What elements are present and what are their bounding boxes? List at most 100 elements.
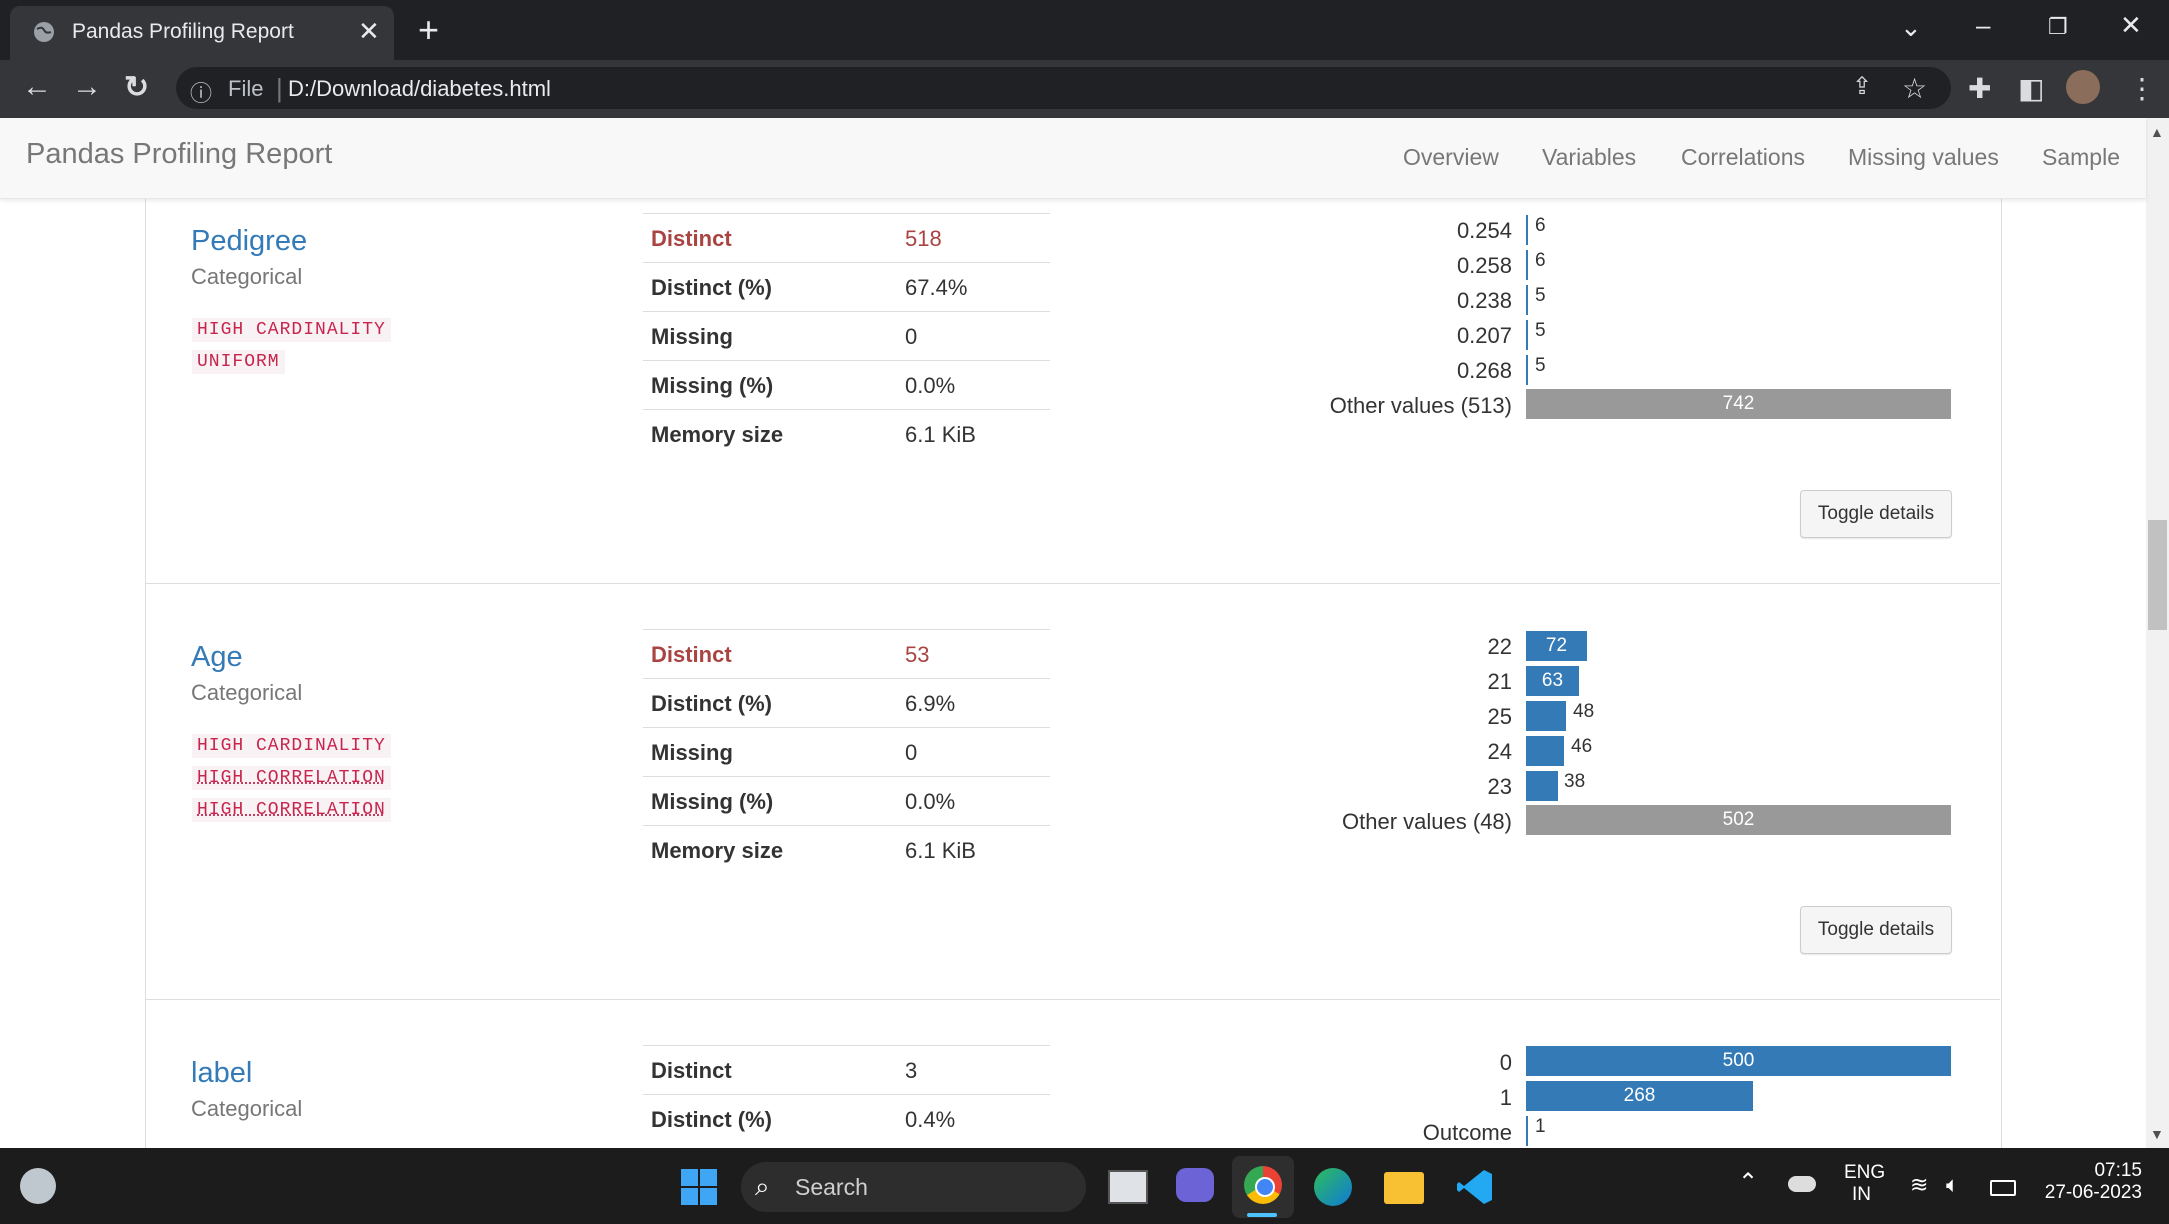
warning-badge[interactable]: HIGH CORRELATION	[192, 766, 391, 790]
freq-label: 22	[1487, 634, 1512, 659]
variable-name[interactable]: Age	[191, 641, 243, 674]
freq-count: 1	[1535, 1116, 1546, 1137]
restore-icon[interactable]: ❐	[2048, 14, 2068, 40]
stat-value: 6.9%	[905, 691, 956, 716]
show-hidden-icons-icon[interactable]: ⌃	[1738, 1168, 1758, 1197]
variable-name[interactable]: Pedigree	[191, 225, 307, 258]
edge-icon[interactable]	[1314, 1168, 1352, 1206]
tab-close-icon[interactable]: ✕	[358, 16, 380, 47]
task-view-icon[interactable]	[1108, 1170, 1148, 1204]
scrollbar-thumb[interactable]	[2148, 520, 2167, 630]
variables-panel	[145, 198, 2002, 1148]
search-icon: ⌕	[755, 1171, 770, 1201]
stat-value: 3	[905, 1058, 918, 1083]
variable-name[interactable]: label	[191, 1057, 252, 1090]
stat-row: Memory size 6.1 KiB	[643, 409, 1050, 458]
report-navbar: Pandas Profiling Report Overview Variabl…	[0, 118, 2146, 199]
clock[interactable]: 07:15 27-06-2023	[2040, 1160, 2142, 1204]
stat-value: 0.0%	[905, 789, 956, 814]
extensions-icon[interactable]: ✚	[1968, 72, 1991, 105]
freq-bar: 72	[1526, 631, 1587, 661]
stat-row: Missing (%) 0.0%	[643, 776, 1050, 825]
stat-row: Distinct (%) 67.4%	[643, 262, 1050, 311]
onedrive-cloud-icon[interactable]	[1788, 1176, 1816, 1192]
freq-label: Other values (48)	[1342, 809, 1512, 834]
freq-bar: 63	[1526, 666, 1579, 696]
freq-count: 6	[1535, 250, 1546, 271]
teams-chat-icon[interactable]	[1176, 1168, 1214, 1202]
language-indicator[interactable]: ENG IN	[1844, 1162, 1885, 1206]
tab-search-icon[interactable]: ⌄	[1900, 12, 1922, 43]
file-explorer-icon[interactable]	[1384, 1172, 1424, 1204]
back-icon[interactable]: ←	[22, 70, 52, 104]
stat-key: Memory size	[651, 422, 784, 447]
freq-bar-other: 502	[1526, 805, 1951, 835]
url-text[interactable]: D:/Download/diabetes.html	[288, 76, 551, 102]
freq-bar	[1526, 701, 1566, 731]
browser-menu-icon[interactable]: ⋮	[2128, 72, 2156, 105]
freq-count: 5	[1535, 355, 1546, 376]
clock-time: 07:15	[2094, 1160, 2142, 1181]
forward-icon[interactable]: →	[72, 70, 102, 104]
page-scrollbar[interactable]	[2146, 118, 2169, 1148]
freq-bar	[1526, 285, 1528, 315]
stat-value: 0.4%	[905, 1107, 956, 1132]
freq-bar: 500	[1526, 1046, 1951, 1076]
region-code: IN	[1852, 1184, 1871, 1205]
windows-start-icon[interactable]	[680, 1168, 718, 1206]
nav-variables[interactable]: Variables	[1542, 144, 1636, 171]
language-code: ENG	[1844, 1162, 1886, 1183]
freq-label: Other values (513)	[1329, 393, 1512, 418]
warning-badge[interactable]: HIGH CORRELATION	[192, 798, 391, 822]
warning-badge: UNIFORM	[192, 350, 285, 374]
bookmark-star-icon[interactable]: ☆	[1902, 72, 1927, 105]
stat-row: Missing 0	[643, 727, 1050, 776]
taskbar-search-label: Search	[795, 1174, 868, 1200]
minimize-icon[interactable]: –	[1976, 10, 1990, 41]
site-info-icon[interactable]: ⓘ	[190, 76, 212, 108]
report-brand[interactable]: Pandas Profiling Report	[26, 138, 332, 171]
browser-tab[interactable]: Pandas Profiling Report ✕	[10, 6, 394, 60]
warning-badge: HIGH CARDINALITY	[192, 734, 391, 758]
stat-key: Memory size	[651, 838, 784, 863]
freq-label: 0.258	[1456, 253, 1512, 278]
stat-row: Distinct (%) 0.4%	[643, 1094, 1050, 1143]
taskbar-search[interactable]: ⌕ Search	[741, 1162, 1086, 1212]
vscode-icon[interactable]	[1456, 1168, 1494, 1206]
freq-count: 48	[1573, 701, 1595, 722]
battery-icon[interactable]	[1990, 1180, 2016, 1196]
freq-label: 0.268	[1456, 358, 1512, 383]
stat-key: Distinct (%)	[651, 691, 772, 716]
freq-label: Outcome	[1422, 1120, 1512, 1145]
variable-type: Categorical	[191, 264, 303, 289]
stat-row: Missing (%) 0.0%	[643, 360, 1050, 409]
stat-key: Missing (%)	[651, 373, 774, 398]
stat-key: Missing (%)	[651, 789, 774, 814]
profile-avatar[interactable]	[2066, 70, 2100, 104]
toggle-details-button[interactable]: Toggle details	[1800, 490, 1952, 538]
nav-missing-values[interactable]: Missing values	[1848, 144, 1999, 171]
scroll-down-arrow-icon[interactable]: ▼	[2150, 1126, 2164, 1142]
scroll-up-arrow-icon[interactable]: ▲	[2150, 124, 2164, 140]
freq-count: 6	[1535, 215, 1546, 236]
share-icon[interactable]: ⇪	[1852, 72, 1872, 101]
freq-bar	[1526, 771, 1558, 801]
freq-bar: 268	[1526, 1081, 1753, 1111]
toggle-details-button[interactable]: Toggle details	[1800, 906, 1952, 954]
stat-value: 0.0%	[905, 373, 956, 398]
new-tab-button[interactable]: +	[418, 9, 439, 51]
window-close-icon[interactable]: ✕	[2120, 10, 2142, 41]
volume-icon[interactable]: 🔈︎	[1946, 1172, 1959, 1198]
nav-correlations[interactable]: Correlations	[1681, 144, 1805, 171]
reload-icon[interactable]: ↻	[124, 70, 149, 105]
freq-bar	[1526, 355, 1528, 385]
weather-icon[interactable]	[20, 1168, 56, 1204]
tab-title: Pandas Profiling Report	[72, 20, 294, 43]
variable-divider	[145, 583, 2000, 584]
stat-value: 53	[905, 642, 930, 667]
wifi-icon[interactable]: ≋	[1910, 1172, 1928, 1198]
nav-overview[interactable]: Overview	[1403, 144, 1499, 171]
side-panel-icon[interactable]: ◧	[2018, 72, 2044, 105]
nav-sample[interactable]: Sample	[2042, 144, 2120, 171]
address-bar[interactable]: ⓘ File | D:/Download/diabetes.html	[176, 67, 1951, 109]
